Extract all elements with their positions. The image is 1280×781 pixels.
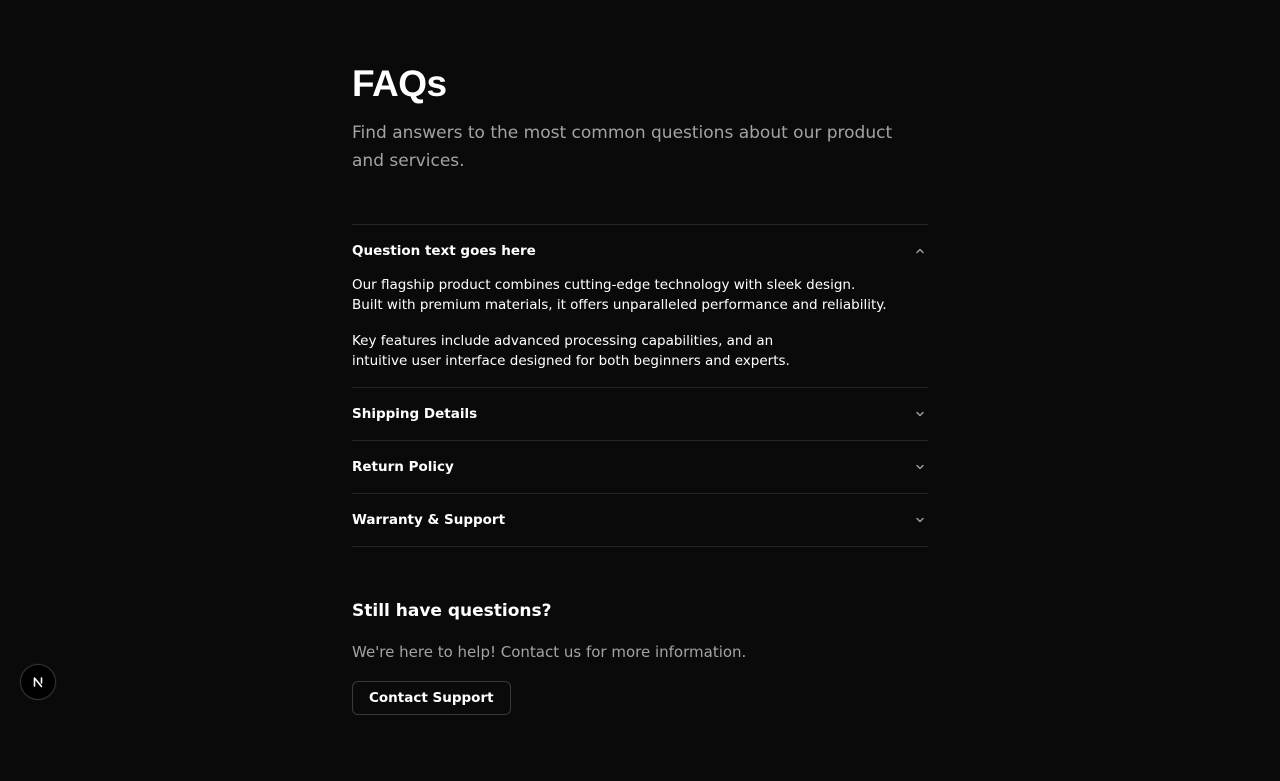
faq-question: Return Policy [352, 459, 454, 475]
faq-trigger[interactable]: Question text goes here [352, 225, 928, 277]
faq-item: Warranty & Support [352, 494, 928, 547]
help-text: We're here to help! Contact us for more … [352, 643, 747, 661]
faq-trigger[interactable]: Return Policy [352, 441, 928, 493]
page-subtitle: Find answers to the most common question… [352, 123, 893, 171]
page-title: FAQs [352, 63, 447, 104]
faq-item: Question text goes here Our flagship pro… [352, 225, 928, 388]
page: FAQs Find answers to the most common que… [0, 0, 1280, 781]
faq-accordion: Question text goes here Our flagship pro… [352, 224, 928, 547]
faq-question: Warranty & Support [352, 512, 506, 528]
chevron-up-icon [914, 245, 926, 257]
faq-item: Shipping Details [352, 388, 928, 441]
help-heading: Still have questions? [352, 601, 552, 621]
faq-item: Return Policy [352, 441, 928, 494]
faq-answer: Our flagship product combines cutting-ed… [352, 275, 928, 387]
faq-trigger[interactable]: Shipping Details [352, 388, 928, 440]
faq-answer-paragraph: Key features include advanced processing… [352, 333, 790, 369]
chevron-down-icon [914, 514, 926, 526]
nextjs-logo-icon[interactable] [20, 664, 56, 700]
faq-question: Shipping Details [352, 406, 478, 422]
chevron-down-icon [914, 408, 926, 420]
faq-answer-paragraph: Our flagship product combines cutting-ed… [352, 277, 887, 313]
faq-trigger[interactable]: Warranty & Support [352, 494, 928, 546]
chevron-down-icon [914, 461, 926, 473]
faq-question: Question text goes here [352, 243, 536, 259]
contact-support-button[interactable]: Contact Support [352, 681, 511, 715]
